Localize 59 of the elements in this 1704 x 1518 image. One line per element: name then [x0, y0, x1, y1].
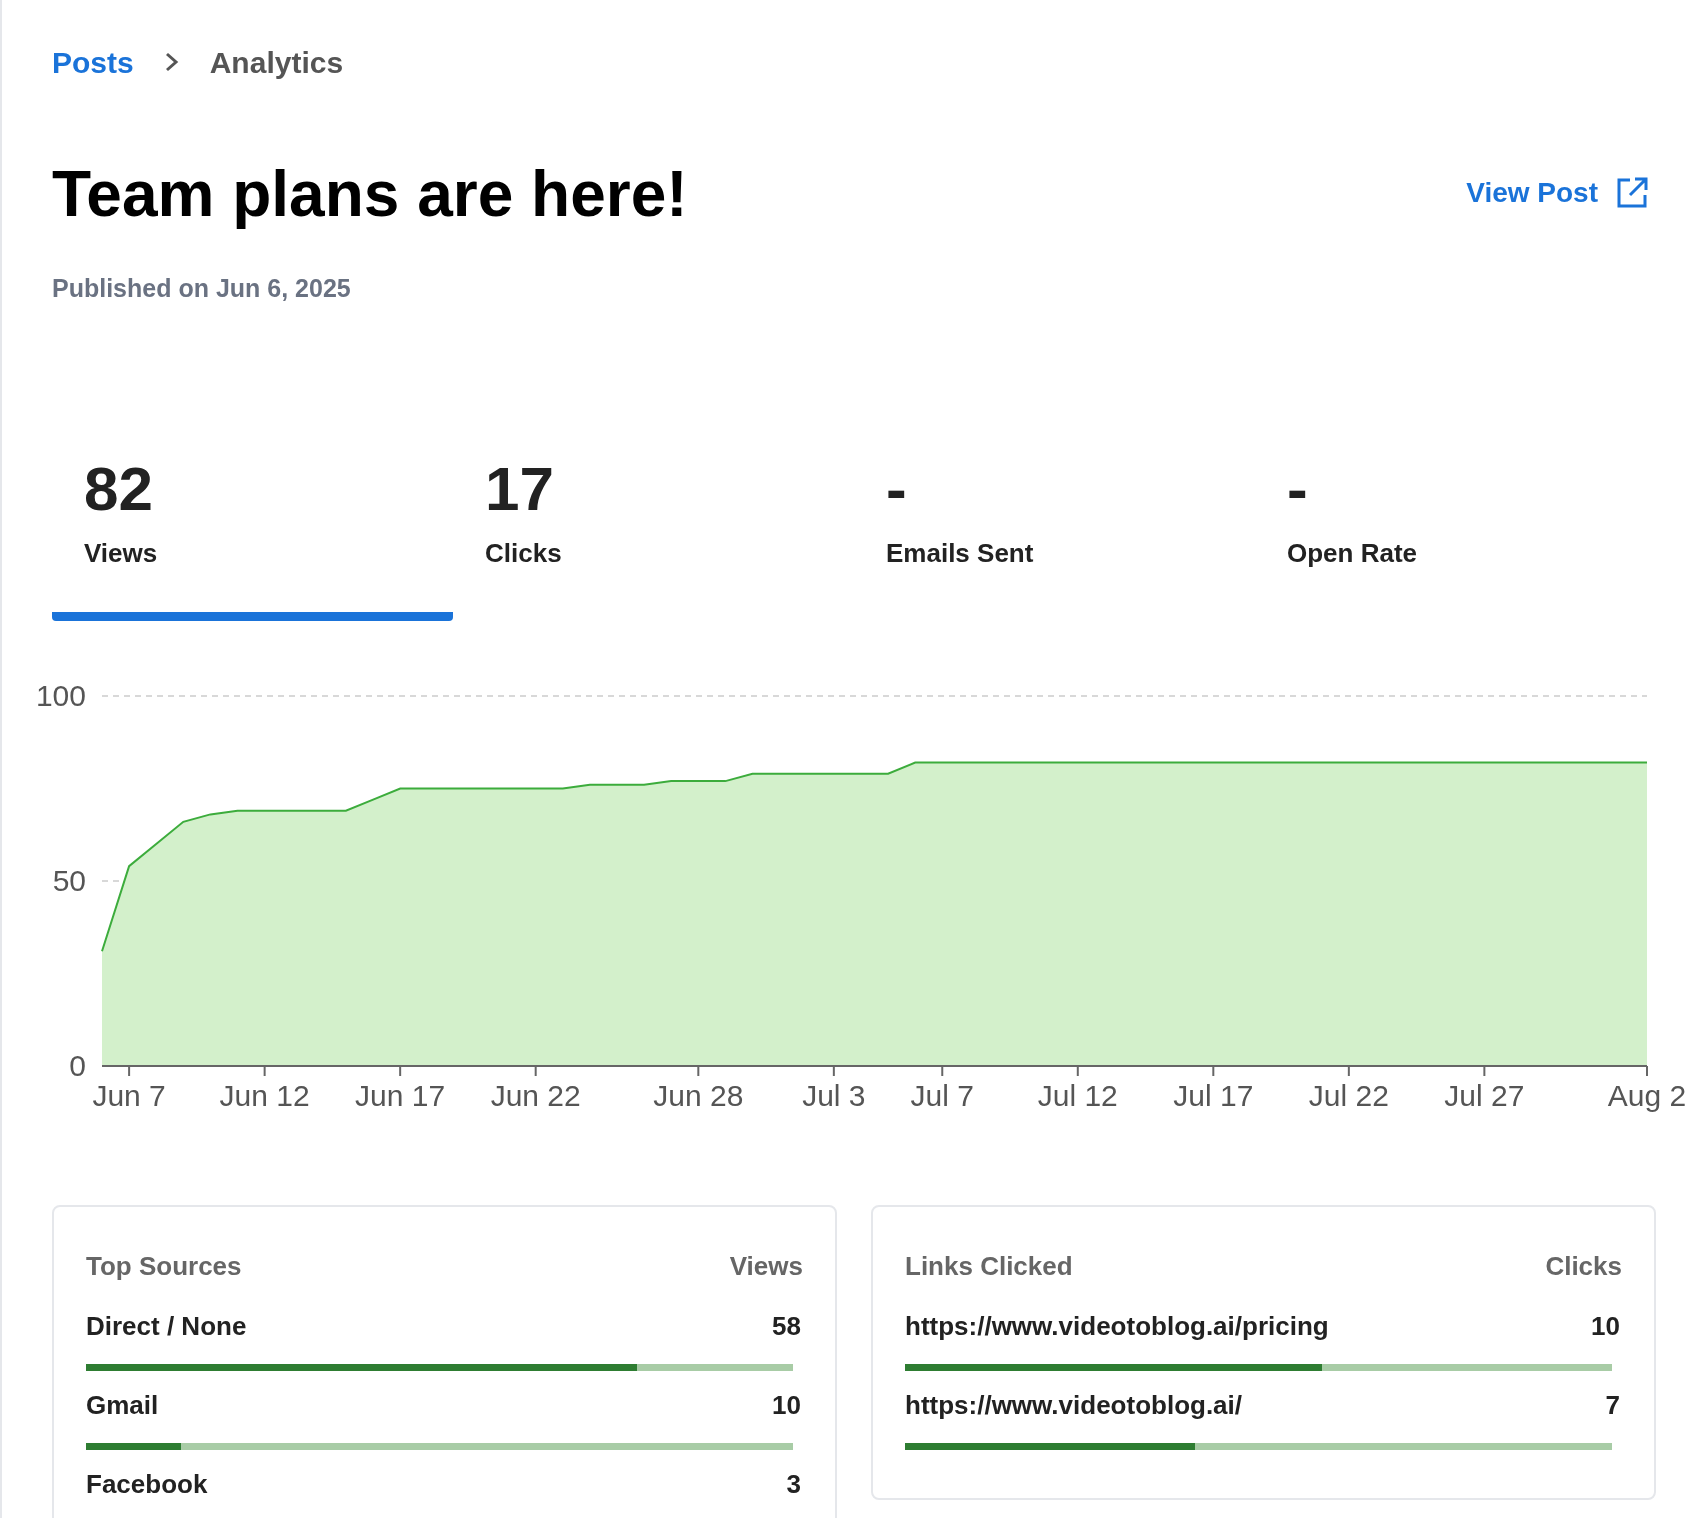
external-link-icon [1616, 177, 1648, 209]
tick-mark [1076, 1064, 1079, 1077]
source-name: Facebook [86, 1467, 208, 1500]
row-count: 3 [786, 1467, 802, 1500]
chevron-right-icon [163, 51, 180, 73]
x-tick-label: Jul 12 [1037, 1078, 1118, 1112]
row-count: 58 [772, 1309, 802, 1342]
x-tick-label: Jul 7 [910, 1078, 974, 1112]
stat-value: - [1287, 457, 1309, 520]
y-tick-label: 50 [52, 863, 86, 897]
published-date: Published on Jun 6, 2025 [52, 273, 352, 304]
view-post-link[interactable]: View Post [1466, 172, 1648, 214]
x-tick-label: Jun 22 [490, 1078, 581, 1112]
tick-mark [1347, 1064, 1350, 1077]
column-header: Links Clicked [905, 1249, 1073, 1283]
stat-value: - [886, 457, 908, 520]
row-count: 10 [772, 1388, 802, 1421]
stat-label: Open Rate [1287, 536, 1419, 570]
stat-tab[interactable]: - Emails Sent [854, 457, 1255, 621]
breadcrumb-link[interactable]: Posts [52, 39, 134, 85]
stat-label: Clicks [485, 536, 563, 570]
x-tick-label: Jul 17 [1173, 1078, 1254, 1112]
x-tick-label: Jun 28 [653, 1078, 744, 1112]
stat-tab[interactable]: 82 Views [52, 457, 453, 621]
stat-value: 82 [84, 457, 154, 520]
stat-label: Emails Sent [886, 536, 1035, 570]
x-tick-label: Jun 7 [92, 1078, 166, 1112]
stat-tab[interactable]: 17 Clicks [453, 457, 854, 621]
tick-mark [1212, 1064, 1215, 1077]
stat-tab[interactable]: - Open Rate [1255, 457, 1656, 621]
link-url: https://www.videotoblog.ai/pricing [905, 1309, 1329, 1342]
breadcrumb-current: Analytics [209, 44, 344, 81]
x-tick-label: Jul 3 [802, 1078, 866, 1112]
column-header: Clicks [1545, 1249, 1622, 1283]
tick-mark [1646, 1064, 1648, 1077]
row-count: 7 [1605, 1388, 1621, 1421]
x-tick-label: Jun 17 [355, 1078, 446, 1112]
y-tick-label: 0 [69, 1048, 86, 1082]
tick-mark [534, 1064, 537, 1077]
stat-value: 17 [485, 457, 555, 520]
link-url: https://www.videotoblog.ai/ [905, 1388, 1243, 1421]
stat-label: Views [84, 536, 159, 570]
tick-mark [1483, 1064, 1486, 1077]
x-tick-label: Jul 22 [1308, 1078, 1389, 1112]
column-header: Top Sources [86, 1249, 242, 1283]
tick-mark [697, 1064, 700, 1077]
tick-mark [832, 1064, 835, 1077]
y-tick-label: 100 [35, 678, 86, 712]
tick-mark [941, 1064, 944, 1077]
row-count: 10 [1591, 1309, 1621, 1342]
tick-mark [263, 1064, 266, 1077]
column-header: Views [729, 1249, 803, 1283]
tick-mark [399, 1064, 402, 1077]
source-name: Gmail [86, 1388, 159, 1421]
x-tick-label: Jul 27 [1444, 1078, 1525, 1112]
tick-mark [128, 1064, 131, 1077]
x-tick-label: Aug 2 [1607, 1078, 1687, 1112]
source-name: Direct / None [86, 1309, 247, 1342]
x-tick-label: Jun 12 [219, 1078, 310, 1112]
